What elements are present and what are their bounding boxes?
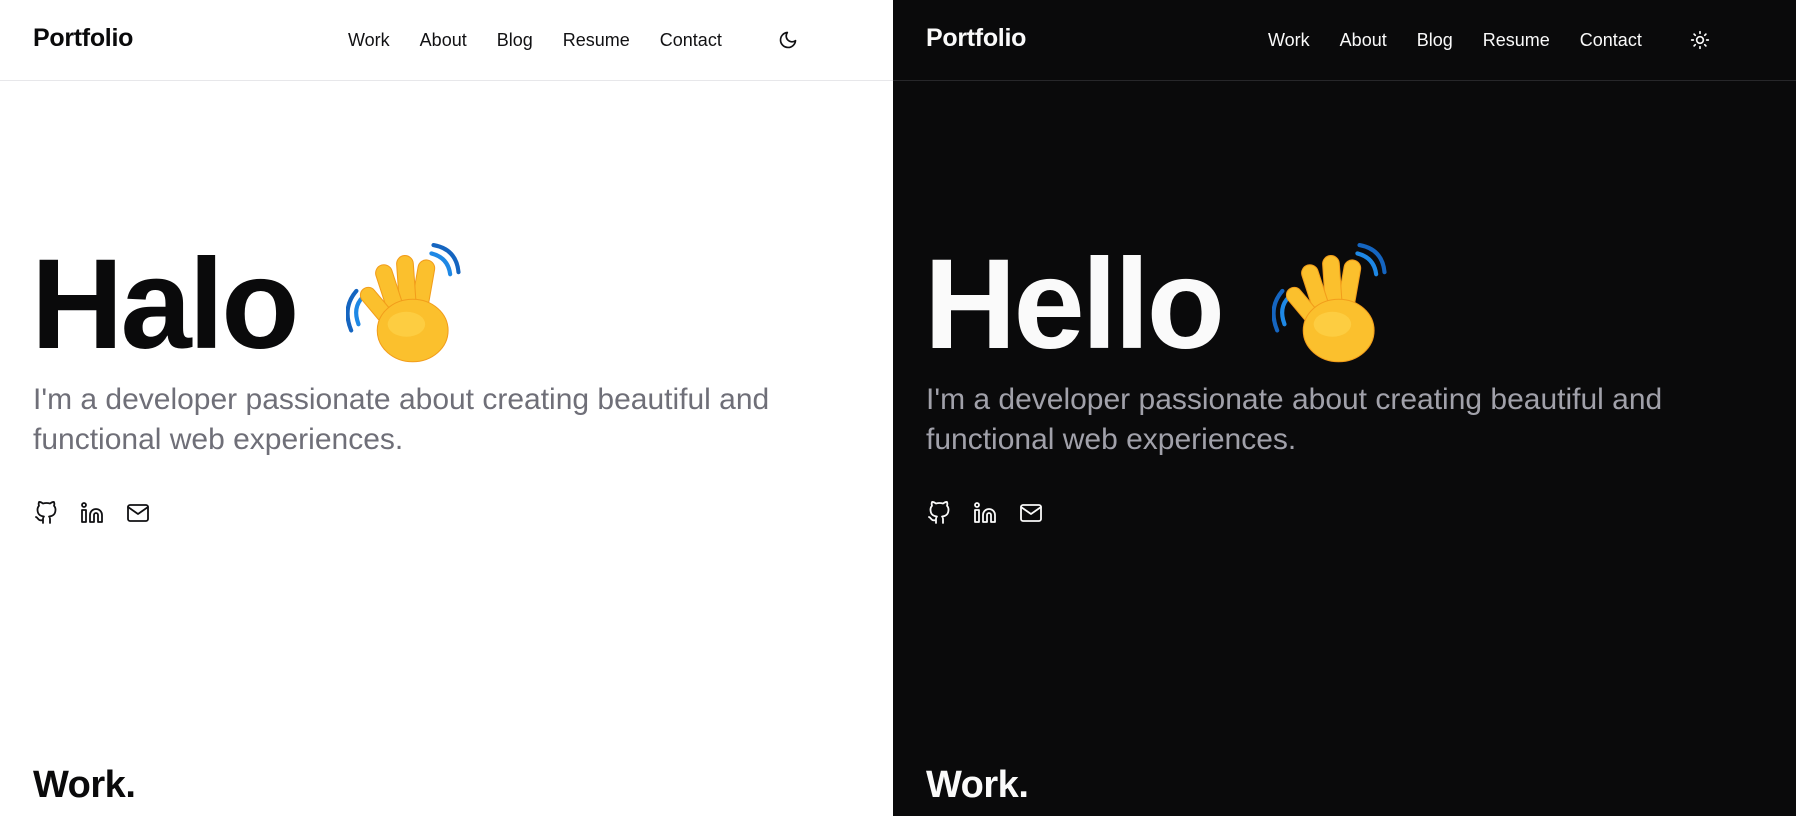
brand-logo[interactable]: Portfolio xyxy=(926,24,1026,53)
github-icon xyxy=(928,501,950,524)
main-nav: Work About Blog Resume Contact xyxy=(348,30,752,51)
work-section-title: Work. xyxy=(926,764,1029,806)
linkedin-link[interactable] xyxy=(972,500,998,526)
dark-theme-pane: Portfolio Work About Blog Resume Contact… xyxy=(893,0,1796,816)
sun-icon xyxy=(1690,30,1710,50)
light-theme-pane: Portfolio Work About Blog Resume Contact… xyxy=(0,0,893,816)
nav-link-work[interactable]: Work xyxy=(1268,30,1310,51)
nav-link-about[interactable]: About xyxy=(1340,30,1387,51)
nav-link-blog[interactable]: Blog xyxy=(1417,30,1453,51)
theme-toggle-button[interactable] xyxy=(1688,28,1712,52)
linkedin-icon xyxy=(81,502,103,523)
nav-link-resume[interactable]: Resume xyxy=(563,30,630,51)
waving-hand-icon xyxy=(1271,242,1387,362)
main-nav: Work About Blog Resume Contact xyxy=(1268,30,1672,51)
github-link[interactable] xyxy=(33,500,59,526)
moon-icon xyxy=(779,31,797,49)
theme-toggle-button[interactable] xyxy=(776,28,800,52)
site-header: Portfolio Work About Blog Resume Contact xyxy=(0,0,893,81)
mail-link[interactable] xyxy=(1018,500,1044,526)
hero-title-text: Halo xyxy=(31,233,299,376)
hero-title-text: Hello xyxy=(924,233,1225,376)
work-section-title: Work. xyxy=(33,764,136,806)
github-link[interactable] xyxy=(926,500,952,526)
github-icon xyxy=(35,501,57,524)
split-view: Portfolio Work About Blog Resume Contact… xyxy=(0,0,1796,816)
nav-link-contact[interactable]: Contact xyxy=(660,30,722,51)
mail-link[interactable] xyxy=(125,500,151,526)
linkedin-link[interactable] xyxy=(79,500,105,526)
social-links xyxy=(926,500,1044,526)
waving-hand-icon xyxy=(346,242,461,362)
brand-logo[interactable]: Portfolio xyxy=(33,24,133,53)
mail-icon xyxy=(127,504,149,522)
hero-subtitle: I'm a developer passionate about creatin… xyxy=(926,383,1663,456)
linkedin-icon xyxy=(974,502,996,523)
mail-icon xyxy=(1020,504,1042,522)
hero-subtitle: I'm a developer passionate about creatin… xyxy=(33,383,770,456)
site-header: Portfolio Work About Blog Resume Contact xyxy=(893,0,1796,81)
nav-link-resume[interactable]: Resume xyxy=(1483,30,1550,51)
nav-link-work[interactable]: Work xyxy=(348,30,390,51)
nav-link-contact[interactable]: Contact xyxy=(1580,30,1642,51)
nav-link-blog[interactable]: Blog xyxy=(497,30,533,51)
social-links xyxy=(33,500,151,526)
nav-link-about[interactable]: About xyxy=(420,30,467,51)
hero-heading: Hello xyxy=(924,230,1397,380)
hero-heading: Halo xyxy=(31,230,471,380)
